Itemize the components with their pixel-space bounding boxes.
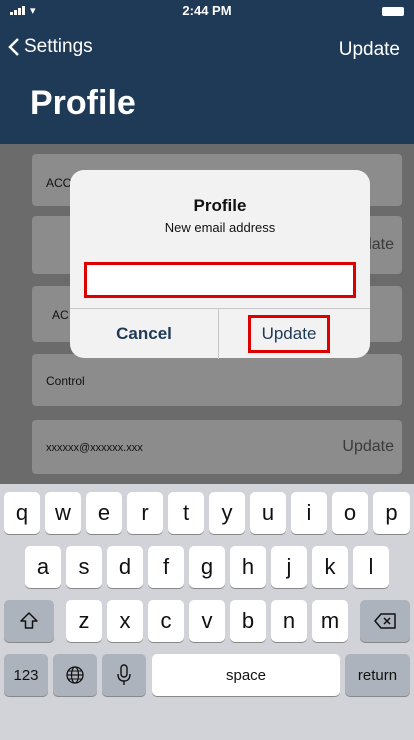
keyboard: q w e r t y u i o p a s d f g h j k l z … xyxy=(0,484,414,740)
dialog-buttons: Cancel Update xyxy=(70,308,370,359)
key-w[interactable]: w xyxy=(45,492,81,534)
key-b[interactable]: b xyxy=(230,600,266,642)
key-c[interactable]: c xyxy=(148,600,184,642)
dialog-message: New email address xyxy=(164,220,276,235)
email-update-button[interactable]: Update xyxy=(342,438,394,456)
dialog-title: Profile xyxy=(193,196,247,215)
key-x[interactable]: x xyxy=(107,600,143,642)
email-input[interactable] xyxy=(84,262,356,298)
key-n[interactable]: n xyxy=(271,600,307,642)
key-v[interactable]: v xyxy=(189,600,225,642)
key-m[interactable]: m xyxy=(312,600,348,642)
cancel-button[interactable]: Cancel xyxy=(70,309,218,359)
key-k[interactable]: k xyxy=(312,546,348,588)
list-item-label: AC xyxy=(52,308,69,322)
key-f[interactable]: f xyxy=(148,546,184,588)
navigation-bar: Settings Update Profile xyxy=(0,22,414,144)
email-row[interactable]: xxxxxx@xxxxxx.xxx Update xyxy=(32,420,402,474)
battery-icon xyxy=(382,7,404,16)
status-bar: ▾ 2:44 PM xyxy=(0,0,414,22)
key-t[interactable]: t xyxy=(168,492,204,534)
return-key[interactable]: return xyxy=(345,654,410,696)
key-p[interactable]: p xyxy=(373,492,410,534)
chevron-left-icon xyxy=(8,38,19,56)
page-title: Profile xyxy=(30,84,136,122)
email-dialog: Profile New email address Cancel Update xyxy=(70,170,370,359)
key-y[interactable]: y xyxy=(209,492,245,534)
key-o[interactable]: o xyxy=(332,492,368,534)
backspace-key[interactable] xyxy=(360,600,410,642)
numbers-key[interactable]: 123 xyxy=(4,654,48,696)
key-i[interactable]: i xyxy=(291,492,327,534)
key-r[interactable]: r xyxy=(127,492,163,534)
email-value: xxxxxx@xxxxxx.xxx xyxy=(46,442,143,454)
key-q[interactable]: q xyxy=(4,492,40,534)
key-s[interactable]: s xyxy=(66,546,102,588)
globe-key[interactable] xyxy=(53,654,97,696)
list-item-label: ACC xyxy=(46,176,72,190)
key-z[interactable]: z xyxy=(66,600,102,642)
key-l[interactable]: l xyxy=(353,546,389,588)
shift-icon xyxy=(20,612,38,629)
key-h[interactable]: h xyxy=(230,546,266,588)
backspace-icon xyxy=(374,613,396,629)
key-g[interactable]: g xyxy=(189,546,225,588)
list-item[interactable]: Control xyxy=(32,354,402,406)
nav-update-button[interactable]: Update xyxy=(339,39,400,61)
space-key[interactable]: space xyxy=(152,654,340,696)
key-j[interactable]: j xyxy=(271,546,307,588)
back-button[interactable]: Settings xyxy=(8,36,93,58)
globe-icon xyxy=(66,666,84,684)
update-button[interactable]: Update xyxy=(248,315,330,353)
microphone-icon xyxy=(117,664,131,685)
key-d[interactable]: d xyxy=(107,546,143,588)
list-item-label: Control xyxy=(46,374,85,388)
back-label: Settings xyxy=(24,36,93,57)
key-e[interactable]: e xyxy=(86,492,122,534)
status-time: 2:44 PM xyxy=(182,3,232,18)
key-u[interactable]: u xyxy=(250,492,286,534)
key-a[interactable]: a xyxy=(25,546,61,588)
dialog-divider xyxy=(218,309,219,359)
microphone-key[interactable] xyxy=(102,654,146,696)
shift-key[interactable] xyxy=(4,600,54,642)
